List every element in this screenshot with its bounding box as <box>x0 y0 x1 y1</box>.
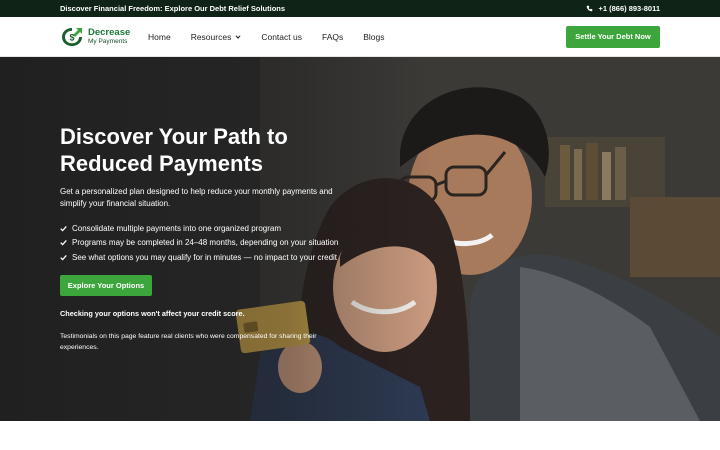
benefit-item: See what options you may qualify for in … <box>60 250 350 265</box>
nav-item-home[interactable]: Home <box>148 32 171 42</box>
credit-score-note: Checking your options won't affect your … <box>60 308 245 318</box>
benefit-item: Programs may be completed in 24–48 month… <box>60 236 350 251</box>
nav-item-label: Resources <box>190 31 232 42</box>
hero-subtitle: Get a personalized plan designed to help… <box>60 187 333 208</box>
promo-text: Discover Financial Freedom: Explore Our … <box>60 4 286 13</box>
svg-text:$: $ <box>69 32 74 42</box>
explore-options-button[interactable]: Explore Your Options <box>60 274 152 296</box>
checkmark-icon <box>60 225 67 232</box>
nav-item-blogs[interactable]: Blogs <box>363 32 384 42</box>
brand-name-line1: Decrease <box>88 27 131 38</box>
hero-section: Discover Your Path to Reduced Payments G… <box>0 57 720 421</box>
nav-item-label: Contact us <box>261 31 302 42</box>
brand-logo[interactable]: $ Decrease My Payments <box>60 26 140 48</box>
settle-debt-button[interactable]: Settle Your Debt Now <box>566 25 660 48</box>
checkmark-icon <box>60 240 67 246</box>
nav-item-label: Blogs <box>363 31 385 42</box>
phone-number: +1 (866) 893-8011 <box>598 4 660 13</box>
benefit-text: Programs may be completed in 24–48 month… <box>72 238 339 248</box>
benefit-text: Consolidate multiple payments into one o… <box>72 223 282 233</box>
logo-mark-icon: $ <box>62 27 82 46</box>
checkmark-icon <box>60 254 67 261</box>
nav-item-resources[interactable]: Resources <box>191 32 242 42</box>
benefit-item: Consolidate multiple payments into one o… <box>60 221 350 236</box>
benefit-text: See what options you may qualify for in … <box>72 252 338 262</box>
nav-menu: Home Resources Contact us FAQs Blogs <box>148 32 405 42</box>
nav-item-label: Home <box>148 31 171 42</box>
nav-item-label: FAQs <box>321 31 344 42</box>
hero-title: Discover Your Path to Reduced Payments <box>60 124 288 176</box>
testimonial-disclaimer: Testimonials on this page feature real c… <box>60 332 317 351</box>
phone-icon <box>587 5 593 12</box>
nav-item-faqs[interactable]: FAQs <box>322 32 343 42</box>
chevron-down-icon <box>235 34 241 39</box>
announcement-bar: Discover Financial Freedom: Explore Our … <box>0 0 720 17</box>
main-navigation: $ Decrease My Payments Home Resources Co… <box>0 17 720 57</box>
page-bottom-band <box>0 421 720 450</box>
hero-content: Discover Your Path to Reduced Payments G… <box>60 123 350 353</box>
phone-link[interactable]: +1 (866) 893-8011 <box>586 4 660 13</box>
nav-item-contact[interactable]: Contact us <box>261 32 302 42</box>
benefit-list: Consolidate multiple payments into one o… <box>60 221 350 265</box>
brand-name-line2: My Payments <box>88 37 128 45</box>
